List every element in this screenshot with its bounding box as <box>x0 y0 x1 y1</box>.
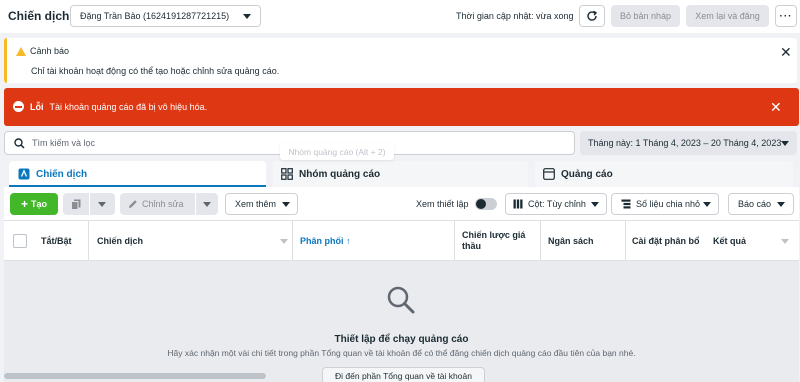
campaign-icon <box>18 168 30 180</box>
duplicate-button[interactable] <box>63 193 115 215</box>
grid-icon <box>281 168 293 180</box>
report-button[interactable]: Báo cáo <box>728 193 794 215</box>
empty-state-description: Hãy xác nhận một vài chi tiết trong phần… <box>167 348 636 358</box>
columns-label: Cột: Tùy chỉnh <box>528 199 586 209</box>
table-header: Tắt/Bật Chiến dịch Phân phối ↑ Chiến lượ… <box>4 220 799 261</box>
error-banner: Lỗi Tài khoản quảng cáo đã bị vô hiệu hó… <box>4 88 799 126</box>
tab-ads[interactable]: Quảng cáo <box>535 161 793 187</box>
horizontal-scrollbar[interactable] <box>4 373 266 379</box>
discard-draft-button[interactable]: Bỏ bản nháp <box>611 5 680 27</box>
breakdown-button[interactable]: Số liệu chia nhỏ <box>611 193 719 215</box>
create-label: Tạo <box>31 199 48 209</box>
tab-label: Quảng cáo <box>561 168 613 180</box>
ad-icon <box>543 168 555 180</box>
chevron-down-icon[interactable] <box>98 201 107 207</box>
search-icon <box>14 138 25 149</box>
plus-icon: + <box>20 197 28 211</box>
account-name: Đặng Trần Bảo (1624191287721215) <box>80 11 230 21</box>
column-header-label: Kết quả <box>713 236 747 246</box>
chevron-down-icon <box>703 202 711 207</box>
chevron-down-icon <box>282 201 291 207</box>
edit-label: Chỉnh sửa <box>142 199 184 209</box>
view-more-button[interactable]: Xem thêm <box>225 193 298 215</box>
chevron-down-icon <box>781 141 789 146</box>
top-bar: Chiến dịch Đặng Trần Bảo (16241912877212… <box>0 0 800 33</box>
select-all-checkbox[interactable] <box>13 234 27 248</box>
refresh-icon <box>587 10 598 21</box>
tab-label: Chiến dịch <box>36 168 88 180</box>
account-overview-button[interactable]: Đi đến phần Tổng quan về tài khoản <box>322 367 485 382</box>
update-time-label: Thời gian cập nhật: vừa xong <box>456 11 574 21</box>
columns-button[interactable]: Cột: Tùy chỉnh <box>505 193 607 215</box>
search-placeholder: Tìm kiếm và lọc <box>32 138 96 148</box>
edit-button[interactable]: Chỉnh sửa <box>120 193 218 215</box>
column-header-delivery[interactable]: Phân phối ↑ <box>292 221 456 261</box>
error-title: Lỗi <box>30 101 44 112</box>
warning-message: Chỉ tài khoản hoạt động có thể tạo hoặc … <box>31 66 280 76</box>
close-icon[interactable]: ✕ <box>780 45 792 59</box>
more-icon: ··· <box>779 10 793 22</box>
chevron-down-icon <box>781 239 789 244</box>
duplicate-icon <box>70 199 81 210</box>
columns-icon <box>513 199 523 209</box>
date-range-label: Tháng này: 1 Tháng 4, 2023 – 20 Tháng 4,… <box>588 138 782 148</box>
breakdown-label: Số liệu chia nhỏ <box>636 199 701 209</box>
chevron-down-icon <box>777 202 785 207</box>
column-header[interactable]: Chiến lược giá thầu <box>454 221 542 261</box>
account-selector[interactable]: Đặng Trần Bảo (1624191287721215) <box>70 5 261 27</box>
chevron-down-icon <box>243 14 251 19</box>
refresh-button[interactable] <box>579 5 605 27</box>
tab-label: Nhóm quảng cáo <box>299 168 381 180</box>
pencil-icon <box>129 200 137 208</box>
search-icon <box>387 286 415 314</box>
date-range-picker[interactable]: Tháng này: 1 Tháng 4, 2023 – 20 Tháng 4,… <box>580 131 797 155</box>
tab-tooltip: Nhóm quảng cáo (Alt + 2) <box>280 143 394 160</box>
setup-view-label: Xem thiết lập <box>416 199 469 209</box>
view-more-label: Xem thêm <box>235 199 277 209</box>
breakdown-icon <box>621 199 631 209</box>
close-icon[interactable]: ✕ <box>770 100 782 114</box>
column-header: Tắt/Bật <box>41 236 72 246</box>
page-title: Chiến dịch <box>8 9 70 23</box>
tab-campaigns[interactable]: Chiến dịch <box>9 161 266 187</box>
column-header[interactable]: Kết quả <box>705 221 799 261</box>
column-header-label: Chiến dịch <box>97 236 144 246</box>
warning-banner: Cảnh báo Chỉ tài khoản hoạt động có thể … <box>4 38 797 83</box>
chevron-down-icon <box>280 239 288 244</box>
review-publish-button[interactable]: Xem lại và đăng <box>686 5 769 27</box>
warning-title: Cảnh báo <box>30 46 70 56</box>
setup-view-toggle[interactable] <box>475 198 497 210</box>
report-label: Báo cáo <box>738 199 772 209</box>
chevron-down-icon[interactable] <box>203 201 211 207</box>
tab-ad-sets[interactable]: Nhóm quảng cáo <box>273 161 528 187</box>
column-header[interactable]: Ngân sách <box>540 221 627 261</box>
chevron-down-icon <box>591 202 599 207</box>
empty-state: Thiết lập để chạy quảng cáo Hãy xác nhận… <box>4 261 799 382</box>
more-options-button[interactable]: ··· <box>775 5 797 27</box>
column-header[interactable]: Cài đặt phân bổ <box>625 221 703 261</box>
create-button[interactable]: + Tạo <box>10 193 58 215</box>
error-icon <box>13 101 24 112</box>
empty-state-title: Thiết lập để chạy quảng cáo <box>334 334 469 345</box>
error-message: Tài khoản quảng cáo đã bị vô hiệu hóa. <box>49 101 208 112</box>
toolbar: + Tạo Chỉnh sửa Xem thêm Xem thiết lập C… <box>4 187 799 220</box>
warning-icon <box>16 46 26 56</box>
column-header[interactable]: Chiến dịch <box>88 221 294 261</box>
